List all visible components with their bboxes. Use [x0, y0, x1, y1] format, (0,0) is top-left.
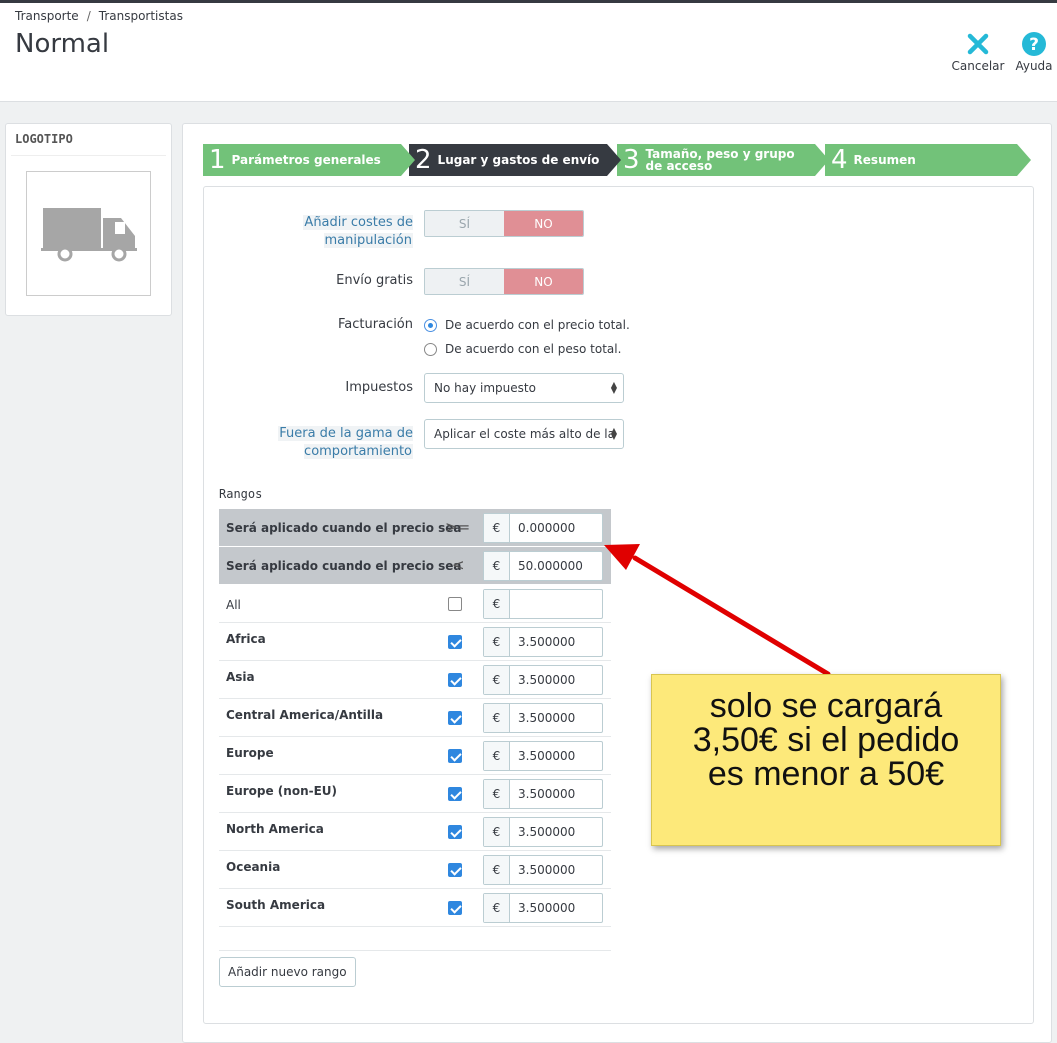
annotation-note: solo se cargará 3,50€ si el pedido es me… [651, 674, 1001, 846]
annotation-arrow [604, 544, 831, 677]
